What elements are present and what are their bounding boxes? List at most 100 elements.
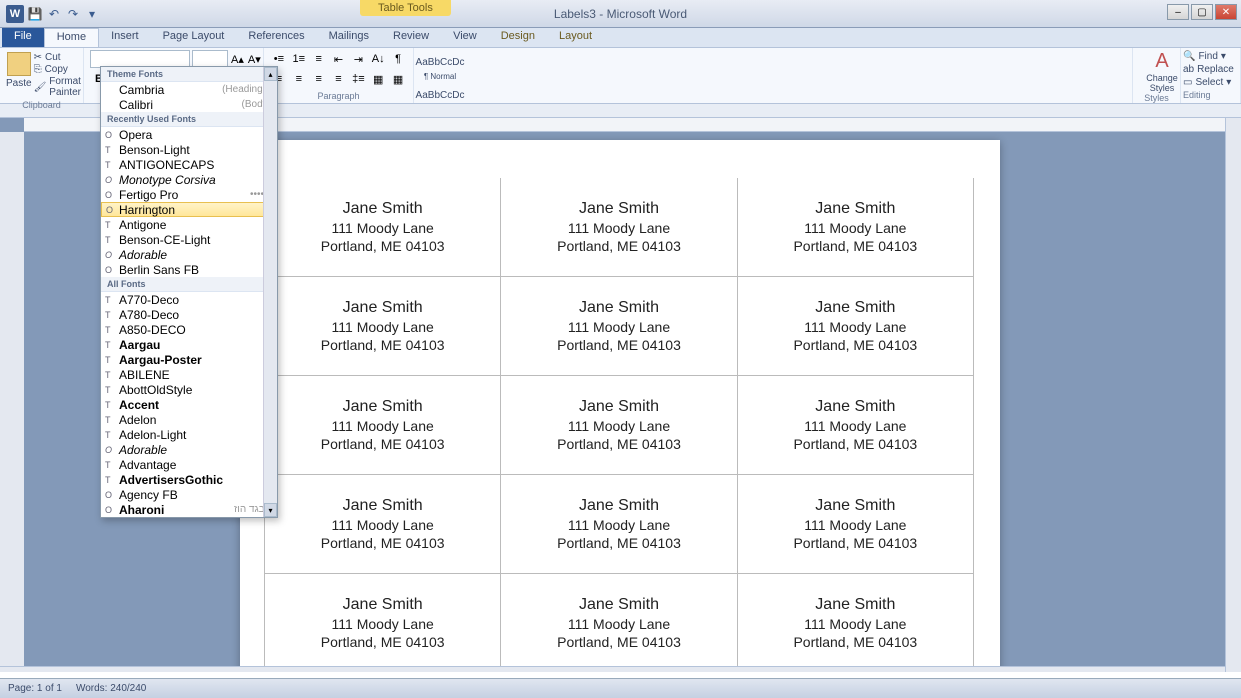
replace-button[interactable]: ab Replace: [1183, 63, 1238, 76]
vertical-scrollbar[interactable]: [1225, 118, 1241, 672]
font-option[interactable]: OAdorable: [101, 442, 277, 457]
dropdown-scrollbar[interactable]: ▴ ▾: [263, 67, 277, 517]
label-cell[interactable]: Jane Smith111 Moody LanePortland, ME 041…: [265, 574, 501, 673]
window-title: Labels3 - Microsoft Word: [554, 7, 687, 21]
style-item[interactable]: AaBbCcDc¶ No Spaci...: [416, 83, 464, 103]
save-icon[interactable]: 💾: [27, 6, 43, 22]
tab-view[interactable]: View: [441, 28, 489, 47]
font-option[interactable]: TA780-Deco: [101, 307, 277, 322]
label-cell[interactable]: Jane Smith111 Moody LanePortland, ME 041…: [265, 277, 501, 376]
font-option[interactable]: OHarrington: [101, 202, 277, 217]
maximize-button[interactable]: ▢: [1191, 4, 1213, 20]
close-button[interactable]: ✕: [1215, 4, 1237, 20]
document-page[interactable]: Jane Smith111 Moody LanePortland, ME 041…: [240, 140, 1000, 672]
window-controls: – ▢ ✕: [1167, 4, 1237, 20]
label-cell[interactable]: Jane Smith111 Moody LanePortland, ME 041…: [737, 277, 973, 376]
tab-page-layout[interactable]: Page Layout: [151, 28, 237, 47]
status-page[interactable]: Page: 1 of 1: [8, 683, 62, 694]
numbering-button[interactable]: 1≡: [290, 50, 308, 68]
tab-design[interactable]: Design: [489, 28, 547, 47]
change-styles-group: A Change Styles Styles: [1133, 48, 1181, 103]
label-cell[interactable]: Jane Smith111 Moody LanePortland, ME 041…: [501, 574, 737, 673]
font-option[interactable]: TBenson-CE-Light: [101, 232, 277, 247]
contextual-tab-label: Table Tools: [360, 0, 451, 16]
font-option[interactable]: TAdelon: [101, 412, 277, 427]
font-option[interactable]: TAntigone: [101, 217, 277, 232]
label-cell[interactable]: Jane Smith111 Moody LanePortland, ME 041…: [737, 574, 973, 673]
tab-file[interactable]: File: [2, 28, 44, 47]
cut-button[interactable]: ✂ Cut: [34, 52, 81, 63]
line-spacing-button[interactable]: ‡≡: [349, 70, 367, 88]
tab-references[interactable]: References: [236, 28, 316, 47]
minimize-button[interactable]: –: [1167, 4, 1189, 20]
dd-header-recent: Recently Used Fonts: [101, 112, 277, 127]
font-option[interactable]: TAbottOldStyle: [101, 382, 277, 397]
scroll-down-icon[interactable]: ▾: [264, 503, 277, 517]
font-option[interactable]: OAharoniאבגד הוז: [101, 502, 277, 517]
format-painter-button[interactable]: 🖌 Format Painter: [34, 76, 81, 98]
qat-more-icon[interactable]: ▾: [84, 6, 100, 22]
status-words[interactable]: Words: 240/240: [76, 683, 146, 694]
font-option[interactable]: TBenson-Light: [101, 142, 277, 157]
label-cell[interactable]: Jane Smith111 Moody LanePortland, ME 041…: [265, 475, 501, 574]
font-option[interactable]: TAdvertisersGothic: [101, 472, 277, 487]
decrease-indent-button[interactable]: ⇤: [330, 50, 348, 68]
vertical-ruler[interactable]: [0, 132, 24, 672]
label-cell[interactable]: Jane Smith111 Moody LanePortland, ME 041…: [737, 475, 973, 574]
font-option[interactable]: OAgency FB: [101, 487, 277, 502]
label-cell[interactable]: Jane Smith111 Moody LanePortland, ME 041…: [501, 376, 737, 475]
label-cell[interactable]: Jane Smith111 Moody LanePortland, ME 041…: [737, 376, 973, 475]
change-styles-button[interactable]: A Change Styles: [1139, 50, 1185, 93]
word-icon: W: [6, 5, 24, 23]
align-center-button[interactable]: ≡: [290, 70, 308, 88]
redo-icon[interactable]: ↷: [65, 6, 81, 22]
align-right-button[interactable]: ≡: [310, 70, 328, 88]
font-option[interactable]: Cambria(Headings): [101, 82, 277, 97]
increase-indent-button[interactable]: ⇥: [349, 50, 367, 68]
copy-button[interactable]: ⎘ Copy: [34, 64, 81, 75]
font-option[interactable]: TAccent: [101, 397, 277, 412]
label-cell[interactable]: Jane Smith111 Moody LanePortland, ME 041…: [501, 277, 737, 376]
tab-insert[interactable]: Insert: [99, 28, 151, 47]
font-option[interactable]: OAdorable: [101, 247, 277, 262]
font-option[interactable]: TA850-DECO: [101, 322, 277, 337]
style-item[interactable]: AaBbCcDc¶ Normal: [416, 50, 464, 83]
tab-review[interactable]: Review: [381, 28, 441, 47]
title-bar: W 💾 ↶ ↷ ▾ Table Tools Labels3 - Microsof…: [0, 0, 1241, 28]
select-button[interactable]: ▭ Select ▾: [1183, 76, 1238, 89]
tab-mailings[interactable]: Mailings: [317, 28, 381, 47]
tab-layout[interactable]: Layout: [547, 28, 604, 47]
font-option[interactable]: OBerlin Sans FB: [101, 262, 277, 277]
show-marks-button[interactable]: ¶: [389, 50, 407, 68]
label-cell[interactable]: Jane Smith111 Moody LanePortland, ME 041…: [265, 178, 501, 277]
font-option[interactable]: TAdvantage: [101, 457, 277, 472]
font-option[interactable]: TANTIGONECAPS: [101, 157, 277, 172]
paste-button[interactable]: Paste: [6, 50, 32, 100]
label-cell[interactable]: Jane Smith111 Moody LanePortland, ME 041…: [501, 178, 737, 277]
horizontal-scrollbar[interactable]: [0, 666, 1225, 672]
label-cell[interactable]: Jane Smith111 Moody LanePortland, ME 041…: [737, 178, 973, 277]
scroll-up-icon[interactable]: ▴: [264, 67, 277, 81]
font-option[interactable]: TAargau: [101, 337, 277, 352]
font-dropdown[interactable]: Theme Fonts Cambria(Headings)Calibri(Bod…: [100, 66, 278, 518]
font-option[interactable]: OMonotype Corsiva: [101, 172, 277, 187]
font-option[interactable]: TAdelon-Light: [101, 427, 277, 442]
font-option[interactable]: TAargau-Poster: [101, 352, 277, 367]
sort-button[interactable]: A↓: [369, 50, 387, 68]
undo-icon[interactable]: ↶: [46, 6, 62, 22]
shading-button[interactable]: ▦: [369, 70, 387, 88]
multilevel-button[interactable]: ≡: [310, 50, 328, 68]
font-option[interactable]: TABILENE: [101, 367, 277, 382]
justify-button[interactable]: ≡: [330, 70, 348, 88]
font-option[interactable]: Calibri(Body): [101, 97, 277, 112]
font-option[interactable]: OFertigo Pro••••••: [101, 187, 277, 202]
label-cell[interactable]: Jane Smith111 Moody LanePortland, ME 041…: [265, 376, 501, 475]
quick-access-toolbar: W 💾 ↶ ↷ ▾: [0, 3, 106, 25]
dd-header-all: All Fonts: [101, 277, 277, 292]
tab-home[interactable]: Home: [44, 28, 99, 47]
borders-button[interactable]: ▦: [389, 70, 407, 88]
label-cell[interactable]: Jane Smith111 Moody LanePortland, ME 041…: [501, 475, 737, 574]
font-option[interactable]: TA770-Deco: [101, 292, 277, 307]
font-option[interactable]: OOpera: [101, 127, 277, 142]
find-button[interactable]: 🔍 Find ▾: [1183, 50, 1238, 63]
